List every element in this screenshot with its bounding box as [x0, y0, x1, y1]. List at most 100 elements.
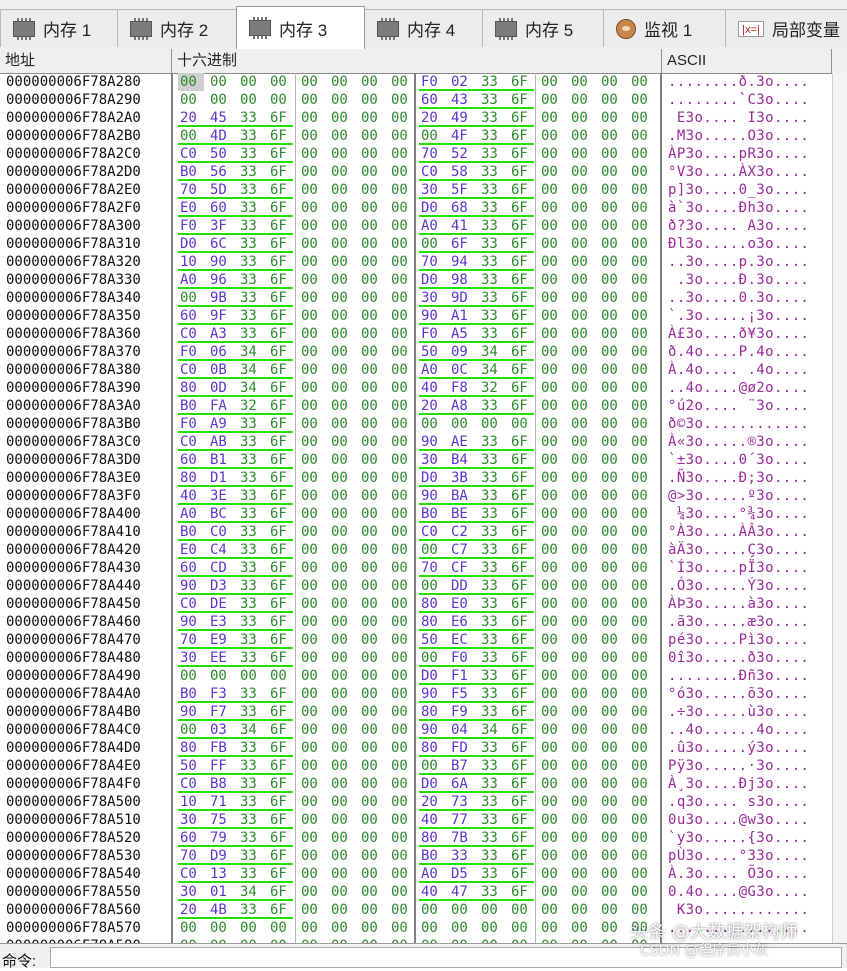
hex-byte[interactable]: 00	[301, 199, 318, 217]
hex-byte[interactable]: 01	[210, 883, 227, 901]
hex-byte[interactable]: CF	[451, 559, 468, 577]
hex-byte[interactable]: 00	[541, 271, 558, 289]
hex-byte[interactable]: 33	[481, 181, 498, 199]
hex-byte[interactable]: 00	[541, 181, 558, 199]
hex-byte[interactable]: 34	[240, 883, 257, 901]
hex-byte[interactable]: D9	[210, 847, 227, 865]
hex-byte[interactable]: 00	[571, 91, 588, 109]
hex-byte[interactable]: 33	[240, 901, 257, 919]
hex-byte[interactable]: 00	[391, 271, 408, 289]
memory-dump-grid[interactable]: 000000006F78A280 00 00 00 00 00 00 00 00 F0 02 33 6F…	[0, 73, 847, 943]
hex-byte[interactable]: 00	[301, 361, 318, 379]
hex-byte[interactable]: 33	[240, 163, 257, 181]
hex-byte[interactable]: 00	[361, 541, 378, 559]
memory-row[interactable]: 000000006F78A2E0 70 5D 33 6F 00 00 00 00 30 5F 33 6F…	[0, 181, 847, 199]
hex-byte[interactable]: F3	[210, 685, 227, 703]
hex-byte[interactable]: 47	[451, 883, 468, 901]
memory-row[interactable]: 000000006F78A310 D0 6C 33 6F 00 00 00 00 00 6F 33 6F…	[0, 235, 847, 253]
hex-byte[interactable]: 33	[240, 523, 257, 541]
hex-byte[interactable]: 80	[421, 739, 438, 757]
hex-byte[interactable]: 00	[361, 649, 378, 667]
hex-byte[interactable]: 00	[301, 415, 318, 433]
hex-byte[interactable]: 33	[240, 325, 257, 343]
memory-row[interactable]: 000000006F78A4C0 00 03 34 6F 00 00 00 00 90 04 34 6F…	[0, 721, 847, 739]
hex-byte[interactable]: 00	[301, 559, 318, 577]
hex-byte[interactable]: 00	[391, 343, 408, 361]
hex-byte[interactable]: C7	[451, 541, 468, 559]
hex-byte[interactable]: 00	[601, 145, 618, 163]
hex-byte[interactable]: 20	[180, 901, 197, 919]
hex-byte[interactable]: 6F	[511, 181, 528, 199]
hex-byte[interactable]: 6F	[511, 199, 528, 217]
hex-byte[interactable]: 00	[301, 613, 318, 631]
hex-byte[interactable]: 33	[240, 703, 257, 721]
hex-byte[interactable]: 00	[571, 811, 588, 829]
hex-byte[interactable]: 00	[301, 541, 318, 559]
hex-byte[interactable]: 00	[361, 577, 378, 595]
hex-byte[interactable]: 00	[571, 271, 588, 289]
hex-byte[interactable]: 33	[481, 109, 498, 127]
hex-byte[interactable]: 33	[240, 811, 257, 829]
hex-byte[interactable]: 00	[601, 829, 618, 847]
hex-byte[interactable]: 34	[240, 379, 257, 397]
hex-byte[interactable]: 00	[631, 397, 648, 415]
hex-byte[interactable]: 68	[451, 199, 468, 217]
hex-byte[interactable]: 00	[541, 919, 558, 937]
hex-byte[interactable]: 6F	[270, 685, 287, 703]
hex-byte[interactable]: 00	[601, 73, 618, 91]
hex-byte[interactable]: 00	[301, 523, 318, 541]
hex-byte[interactable]: 00	[361, 469, 378, 487]
hex-byte[interactable]: FB	[210, 739, 227, 757]
hex-byte[interactable]: 33	[481, 307, 498, 325]
hex-byte[interactable]: 00	[331, 523, 348, 541]
hex-byte[interactable]: 00	[301, 901, 318, 919]
hex-byte[interactable]: 00	[571, 901, 588, 919]
hex-byte[interactable]: 33	[481, 505, 498, 523]
hex-byte[interactable]: 0B	[210, 361, 227, 379]
hex-byte[interactable]: 33	[240, 451, 257, 469]
hex-byte[interactable]: 00	[301, 127, 318, 145]
hex-byte[interactable]: 00	[631, 91, 648, 109]
ascii-cell[interactable]: ........ð.3o....	[668, 73, 809, 91]
hex-byte[interactable]: 00	[571, 667, 588, 685]
hex-byte[interactable]: 33	[481, 523, 498, 541]
hex-byte[interactable]: 00	[481, 901, 498, 919]
hex-byte[interactable]: 00	[571, 613, 588, 631]
ascii-cell[interactable]: Pÿ3o.....·3o....	[668, 757, 809, 775]
hex-byte[interactable]: 00	[361, 919, 378, 937]
hex-byte[interactable]: 00	[331, 199, 348, 217]
hex-byte[interactable]: A5	[451, 325, 468, 343]
hex-byte[interactable]: 00	[361, 721, 378, 739]
hex-byte[interactable]: E6	[451, 613, 468, 631]
hex-byte[interactable]: 6F	[511, 163, 528, 181]
hex-byte[interactable]: 33	[240, 199, 257, 217]
hex-column-header[interactable]: 十六进制	[172, 49, 662, 73]
hex-byte[interactable]: BC	[210, 505, 227, 523]
hex-byte[interactable]: 00	[601, 739, 618, 757]
hex-byte[interactable]: 00	[571, 469, 588, 487]
hex-byte[interactable]: 00	[331, 883, 348, 901]
memory-row[interactable]: 000000006F78A420 E0 C4 33 6F 00 00 00 00 00 C7 33 6F…	[0, 541, 847, 559]
hex-byte[interactable]: FD	[451, 739, 468, 757]
hex-byte[interactable]: 33	[481, 325, 498, 343]
hex-byte[interactable]: 6F	[511, 487, 528, 505]
hex-byte[interactable]: 00	[541, 613, 558, 631]
ascii-cell[interactable]: @>3o.....º3o....	[668, 487, 809, 505]
hex-byte[interactable]: 00	[391, 361, 408, 379]
hex-byte[interactable]: 6F	[511, 325, 528, 343]
hex-byte[interactable]: 00	[541, 217, 558, 235]
memory-row[interactable]: 000000006F78A4A0 B0 F3 33 6F 00 00 00 00 90 F5 33 6F…	[0, 685, 847, 703]
hex-byte[interactable]: 6F	[270, 253, 287, 271]
ascii-cell[interactable]: Ðl3o.....o3o....	[668, 235, 809, 253]
hex-byte[interactable]: 00	[331, 271, 348, 289]
ascii-cell[interactable]: ð.4o....P.4o....	[668, 343, 809, 361]
hex-byte[interactable]: 00	[571, 109, 588, 127]
hex-byte[interactable]: E3	[210, 613, 227, 631]
hex-byte[interactable]: 00	[571, 523, 588, 541]
hex-byte[interactable]: 13	[210, 865, 227, 883]
hex-byte[interactable]: 00	[391, 901, 408, 919]
hex-byte[interactable]: 33	[481, 703, 498, 721]
hex-byte[interactable]: 00	[391, 703, 408, 721]
ascii-cell[interactable]: .ã3o.....æ3o....	[668, 613, 809, 631]
hex-byte[interactable]: 00	[391, 379, 408, 397]
